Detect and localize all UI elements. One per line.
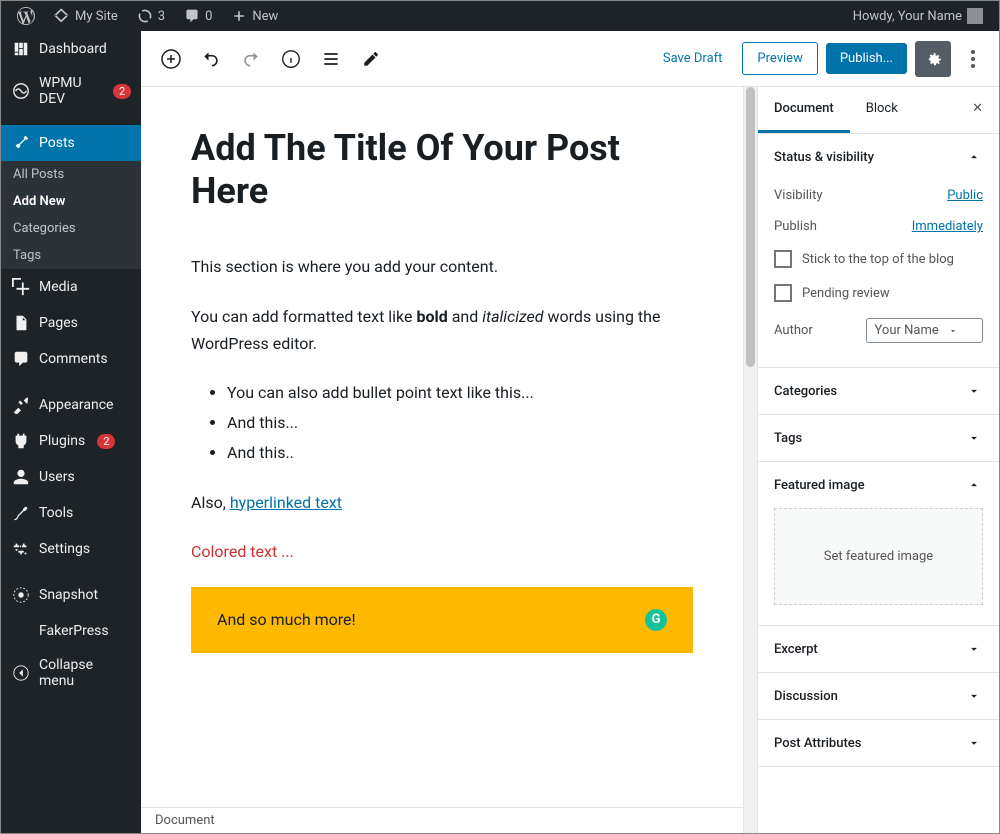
stick-checkbox-row[interactable]: Stick to the top of the blog [774, 242, 983, 276]
paragraph-block[interactable]: Also, hyperlinked text [191, 489, 693, 516]
outline-button[interactable] [313, 41, 349, 77]
settings-toggle[interactable] [915, 41, 951, 77]
settings-icon [11, 539, 31, 559]
menu-users[interactable]: Users [1, 459, 141, 495]
undo-button[interactable] [193, 41, 229, 77]
comments-ab[interactable]: 0 [176, 1, 220, 31]
plugins-badge: 2 [97, 434, 115, 449]
menu-fakerpress[interactable]: FakerPress [1, 613, 141, 649]
checkbox[interactable] [774, 284, 792, 302]
updates[interactable]: 3 [129, 1, 173, 31]
chevron-down-icon [965, 687, 983, 705]
grammarly-icon[interactable]: G [645, 609, 667, 631]
avatar-icon [967, 8, 983, 24]
panel-tags-header[interactable]: Tags [758, 415, 999, 461]
author-select[interactable]: Your Name [866, 318, 983, 343]
checkbox[interactable] [774, 250, 792, 268]
chevron-down-icon [965, 429, 983, 447]
chevron-up-icon [965, 476, 983, 494]
wpmudev-badge: 2 [113, 84, 131, 99]
admin-bar: My Site 3 0 New Howdy, Your Name [1, 1, 999, 31]
my-account[interactable]: Howdy, Your Name [845, 1, 991, 31]
panel-status-header[interactable]: Status & visibility [758, 134, 999, 180]
menu-media[interactable]: Media [1, 269, 141, 305]
visibility-value[interactable]: Public [947, 188, 983, 203]
pages-icon [11, 313, 31, 333]
list-block[interactable]: You can also add bullet point text like … [227, 379, 693, 467]
panel-featured-header[interactable]: Featured image [758, 462, 999, 508]
submenu-categories[interactable]: Categories [1, 215, 141, 242]
panel-attributes-header[interactable]: Post Attributes [758, 720, 999, 766]
chevron-down-icon [965, 382, 983, 400]
paragraph-block[interactable]: You can add formatted text like bold and… [191, 303, 693, 357]
collapse-menu[interactable]: Collapse menu [1, 649, 141, 697]
new-content[interactable]: New [223, 1, 286, 31]
scrollbar[interactable] [743, 87, 757, 833]
pin-icon [11, 133, 31, 153]
appearance-icon [11, 395, 31, 415]
menu-settings[interactable]: Settings [1, 531, 141, 567]
edit-button[interactable] [353, 41, 389, 77]
publish-button[interactable]: Publish... [826, 43, 907, 74]
menu-pages[interactable]: Pages [1, 305, 141, 341]
add-block-button[interactable] [153, 41, 189, 77]
panel-categories-header[interactable]: Categories [758, 368, 999, 414]
submenu-all-posts[interactable]: All Posts [1, 161, 141, 188]
plugins-icon [11, 431, 31, 451]
more-menu-button[interactable] [959, 41, 987, 77]
menu-wpmudev[interactable]: WPMU DEV2 [1, 67, 141, 115]
visibility-label: Visibility [774, 188, 823, 203]
chevron-up-icon [965, 148, 983, 166]
save-draft-button[interactable]: Save Draft [651, 43, 735, 74]
info-button[interactable] [273, 41, 309, 77]
paragraph-block[interactable]: This section is where you add your conte… [191, 253, 693, 280]
post-title[interactable]: Add The Title Of Your Post Here [191, 127, 693, 213]
menu-plugins[interactable]: Plugins2 [1, 423, 141, 459]
tools-icon [11, 503, 31, 523]
media-icon [11, 277, 31, 297]
admin-menu: Dashboard WPMU DEV2 Posts All Posts Add … [1, 31, 141, 833]
panel-excerpt-header[interactable]: Excerpt [758, 626, 999, 672]
menu-snapshot[interactable]: Snapshot [1, 577, 141, 613]
chevron-down-icon [965, 640, 983, 658]
menu-posts[interactable]: Posts [1, 125, 141, 161]
hyperlink[interactable]: hyperlinked text [230, 493, 342, 512]
menu-tools[interactable]: Tools [1, 495, 141, 531]
preview-button[interactable]: Preview [742, 42, 817, 75]
menu-dashboard[interactable]: Dashboard [1, 31, 141, 67]
panel-discussion-header[interactable]: Discussion [758, 673, 999, 719]
publish-label: Publish [774, 219, 817, 234]
wp-logo[interactable] [9, 1, 43, 31]
list-item[interactable]: You can also add bullet point text like … [227, 379, 693, 406]
site-name[interactable]: My Site [46, 1, 126, 31]
menu-comments[interactable]: Comments [1, 341, 141, 377]
paragraph-block[interactable]: Colored text ... [191, 538, 693, 565]
block-breadcrumb[interactable]: Document [141, 807, 743, 833]
chevron-down-icon [965, 734, 983, 752]
editor-canvas[interactable]: Add The Title Of Your Post Here This sec… [141, 87, 743, 807]
list-item[interactable]: And this... [227, 409, 693, 436]
settings-panel: Document Block ✕ Status & visibility Vis… [757, 87, 999, 833]
submenu-tags[interactable]: Tags [1, 242, 141, 269]
set-featured-image-button[interactable]: Set featured image [774, 508, 983, 605]
highlighted-block[interactable]: And so much more! G [191, 587, 693, 653]
submenu-add-new[interactable]: Add New [1, 188, 141, 215]
comments-icon [11, 349, 31, 369]
redo-button[interactable] [233, 41, 269, 77]
tab-document[interactable]: Document [758, 87, 850, 133]
close-panel-button[interactable]: ✕ [956, 87, 999, 133]
author-label: Author [774, 323, 813, 338]
snapshot-icon [11, 585, 31, 605]
wpmudev-icon [11, 81, 31, 101]
dashboard-icon [11, 39, 31, 59]
list-item[interactable]: And this.. [227, 439, 693, 466]
publish-value[interactable]: Immediately [912, 219, 983, 234]
tab-block[interactable]: Block [850, 87, 914, 133]
editor-toolbar: Save Draft Preview Publish... [141, 31, 999, 87]
users-icon [11, 467, 31, 487]
pending-checkbox-row[interactable]: Pending review [774, 276, 983, 310]
collapse-icon [11, 663, 31, 683]
menu-appearance[interactable]: Appearance [1, 387, 141, 423]
